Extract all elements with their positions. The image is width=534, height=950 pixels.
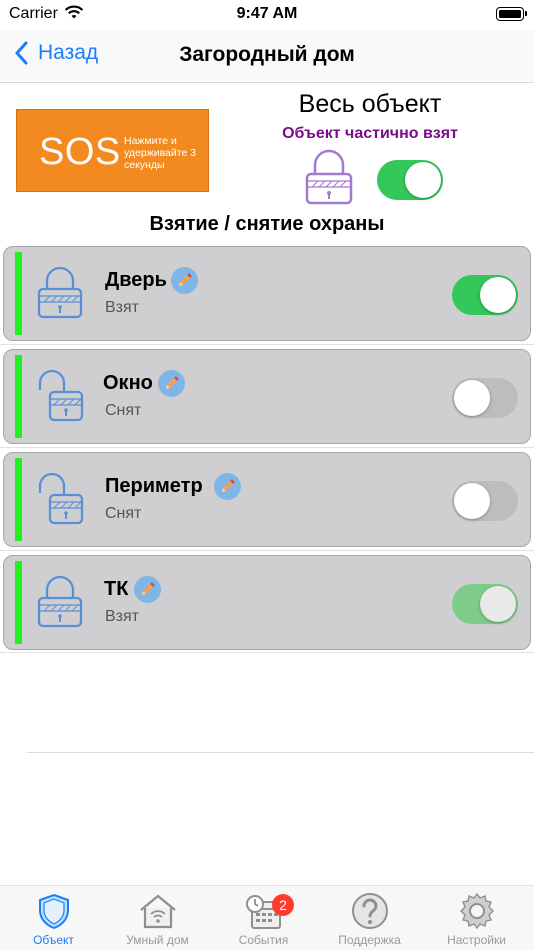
edit-pencil-icon[interactable] — [214, 473, 241, 500]
section-title: Взятие / снятие охраны — [149, 213, 385, 235]
zone-status-indicator — [15, 458, 22, 541]
zone-card-perimeter[interactable]: Периметр Снят — [3, 452, 531, 547]
page-title: Загородный дом — [179, 43, 355, 66]
shield-icon — [38, 893, 69, 930]
tab-label: Поддержка — [338, 933, 401, 947]
divider — [27, 752, 534, 753]
zone-card-window[interactable]: Окно Снят — [3, 349, 531, 444]
edit-pencil-icon[interactable] — [134, 576, 161, 603]
zone-toggle-perimeter[interactable] — [452, 481, 518, 521]
zone-name: Окно — [103, 372, 153, 394]
sos-label: SOS — [39, 131, 121, 173]
tab-object[interactable]: Объект — [0, 892, 107, 947]
object-title: Весь объект — [298, 90, 442, 118]
locked-icon — [36, 265, 84, 326]
zone-status-indicator — [15, 355, 22, 438]
zone-toggle-door[interactable] — [452, 275, 518, 315]
smart-home-icon — [139, 894, 176, 929]
tab-smart-home[interactable]: Умный дом — [104, 892, 211, 947]
tab-bar: Объект Умный дом 2 События Поддержка Нас… — [0, 885, 534, 950]
zone-status-indicator — [15, 561, 22, 644]
tab-label: Умный дом — [126, 933, 189, 947]
tab-label: События — [238, 933, 289, 947]
sos-hint: Нажмите и удерживайте 3 секунды — [124, 135, 197, 171]
zone-state: Взят — [105, 608, 139, 625]
zone-status-indicator — [15, 252, 22, 335]
zone-card-tk[interactable]: ТК Взят — [3, 555, 531, 650]
edit-pencil-icon[interactable] — [158, 370, 185, 397]
divider — [0, 550, 534, 551]
zone-state: Снят — [105, 402, 142, 419]
zone-toggle-tk[interactable] — [452, 584, 518, 624]
tab-label: Объект — [33, 933, 74, 947]
status-bar: Carrier 9:47 AM — [0, 0, 534, 30]
zone-card-door[interactable]: Дверь Взят — [3, 246, 531, 341]
sos-button[interactable]: SOS Нажмите и удерживайте 3 секунды — [16, 109, 209, 192]
divider — [0, 447, 534, 448]
battery-icon — [496, 7, 527, 21]
zone-toggle-window[interactable] — [452, 378, 518, 418]
zone-name: Периметр — [105, 475, 203, 497]
gear-icon — [459, 892, 494, 930]
zone-state: Взят — [105, 299, 139, 316]
unlocked-icon — [36, 368, 84, 429]
help-icon — [351, 893, 388, 929]
events-badge: 2 — [272, 894, 294, 916]
partial-lock-icon — [304, 148, 354, 211]
zone-name: ТК — [104, 578, 129, 600]
object-status: Объект частично взят — [282, 125, 458, 142]
locked-icon — [36, 574, 84, 635]
tab-settings[interactable]: Настройки — [423, 892, 530, 947]
edit-pencil-icon[interactable] — [171, 267, 198, 294]
unlocked-icon — [36, 471, 84, 532]
divider — [0, 652, 534, 653]
divider — [0, 344, 534, 345]
navigation-bar: Назад Загородный дом — [0, 30, 534, 83]
object-arm-toggle[interactable] — [377, 160, 443, 200]
zone-state: Снят — [105, 505, 142, 522]
zone-name: Дверь — [105, 269, 167, 291]
tab-support[interactable]: Поддержка — [316, 892, 423, 947]
tab-label: Настройки — [447, 933, 506, 947]
tab-events[interactable]: 2 События — [210, 892, 317, 947]
status-time: 9:47 AM — [236, 5, 298, 22]
